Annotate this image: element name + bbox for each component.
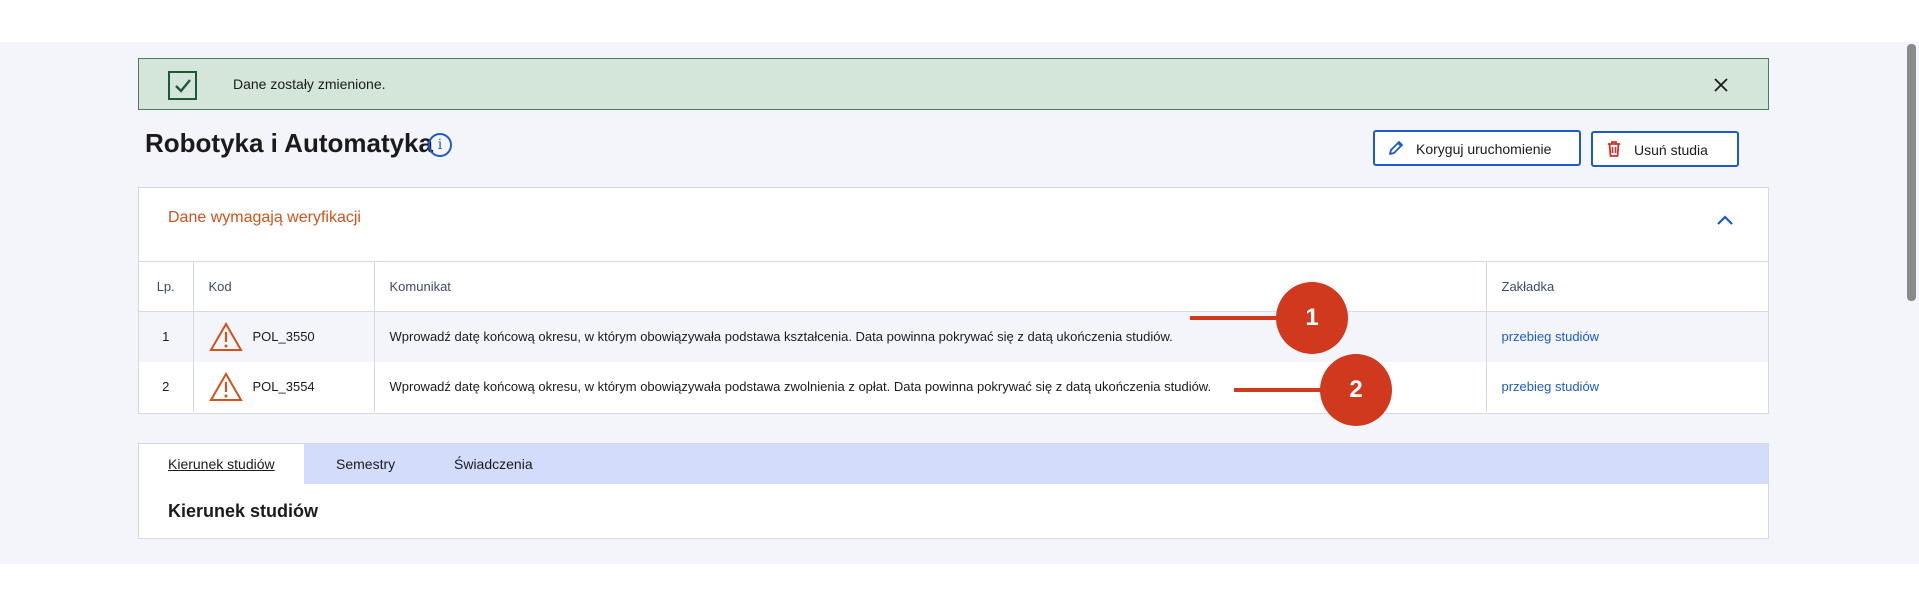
info-icon[interactable]: i bbox=[428, 133, 452, 157]
alert-message: Dane zostały zmienione. bbox=[233, 76, 386, 92]
warning-icon bbox=[208, 371, 243, 401]
annotation-line-2 bbox=[1234, 388, 1324, 392]
annotation-marker-1: 1 bbox=[1276, 282, 1348, 354]
row-number: 2 bbox=[139, 361, 193, 412]
code-cell: POL_3554 bbox=[192, 361, 374, 412]
annotation-line-1 bbox=[1190, 316, 1280, 320]
trash-icon bbox=[1605, 140, 1623, 158]
tab-semestry[interactable]: Semestry bbox=[307, 444, 424, 484]
pencil-icon bbox=[1387, 139, 1405, 157]
verification-title[interactable]: Dane wymagają weryfikacji bbox=[168, 209, 361, 227]
verification-panel: Dane wymagają weryfikacji Lp. Kod Komuni… bbox=[138, 187, 1769, 414]
column-header-kod: Kod bbox=[192, 261, 374, 312]
edit-launch-label: Koryguj uruchomienie bbox=[1416, 141, 1552, 157]
page-title: Robotyka i Automatyka bbox=[145, 128, 433, 158]
table-header-row: Lp. Kod Komunikat Zakładka bbox=[139, 261, 1768, 312]
table-row: 2 POL_3554 Wprowadź datę końcową okresu,… bbox=[139, 361, 1768, 412]
edit-launch-button[interactable]: Koryguj uruchomienie bbox=[1373, 130, 1581, 166]
warning-icon bbox=[208, 321, 243, 351]
tab-kierunek-studiow[interactable]: Kierunek studiów bbox=[139, 444, 304, 484]
scrollbar-track[interactable] bbox=[1904, 42, 1919, 564]
tab-link[interactable]: przebieg studiów bbox=[1502, 329, 1600, 344]
annotation-marker-2: 2 bbox=[1320, 354, 1392, 426]
error-code: POL_3550 bbox=[252, 329, 315, 345]
section-title: Kierunek studiów bbox=[168, 501, 319, 521]
tabs-panel: Kierunek studiów Semestry Świadczenia Ki… bbox=[138, 443, 1769, 539]
column-header-zakladka: Zakładka bbox=[1485, 261, 1768, 312]
verification-table: Lp. Kod Komunikat Zakładka 1 POL_3550 Wp… bbox=[139, 261, 1768, 412]
tab-bar: Kierunek studiów Semestry Świadczenia bbox=[139, 444, 1768, 484]
close-icon[interactable] bbox=[1710, 74, 1732, 96]
success-alert: Dane zostały zmienione. bbox=[138, 58, 1769, 110]
row-number: 1 bbox=[139, 311, 193, 362]
error-code: POL_3554 bbox=[252, 379, 315, 394]
delete-studies-button[interactable]: Usuń studia bbox=[1591, 131, 1739, 167]
table-row: 1 POL_3550 Wprowadź datę końcową okresu,… bbox=[139, 311, 1768, 362]
tab-link[interactable]: przebieg studiów bbox=[1502, 379, 1600, 394]
delete-studies-label: Usuń studia bbox=[1634, 142, 1708, 158]
tab-link-cell: przebieg studiów bbox=[1485, 361, 1768, 412]
column-header-lp: Lp. bbox=[139, 261, 193, 312]
scrollbar-thumb[interactable] bbox=[1907, 44, 1916, 301]
tab-swiadczenia[interactable]: Świadczenia bbox=[425, 444, 562, 484]
check-icon bbox=[168, 71, 197, 100]
chevron-up-icon[interactable] bbox=[1715, 212, 1735, 228]
code-cell: POL_3550 bbox=[192, 311, 374, 362]
tab-link-cell: przebieg studiów bbox=[1485, 311, 1768, 362]
